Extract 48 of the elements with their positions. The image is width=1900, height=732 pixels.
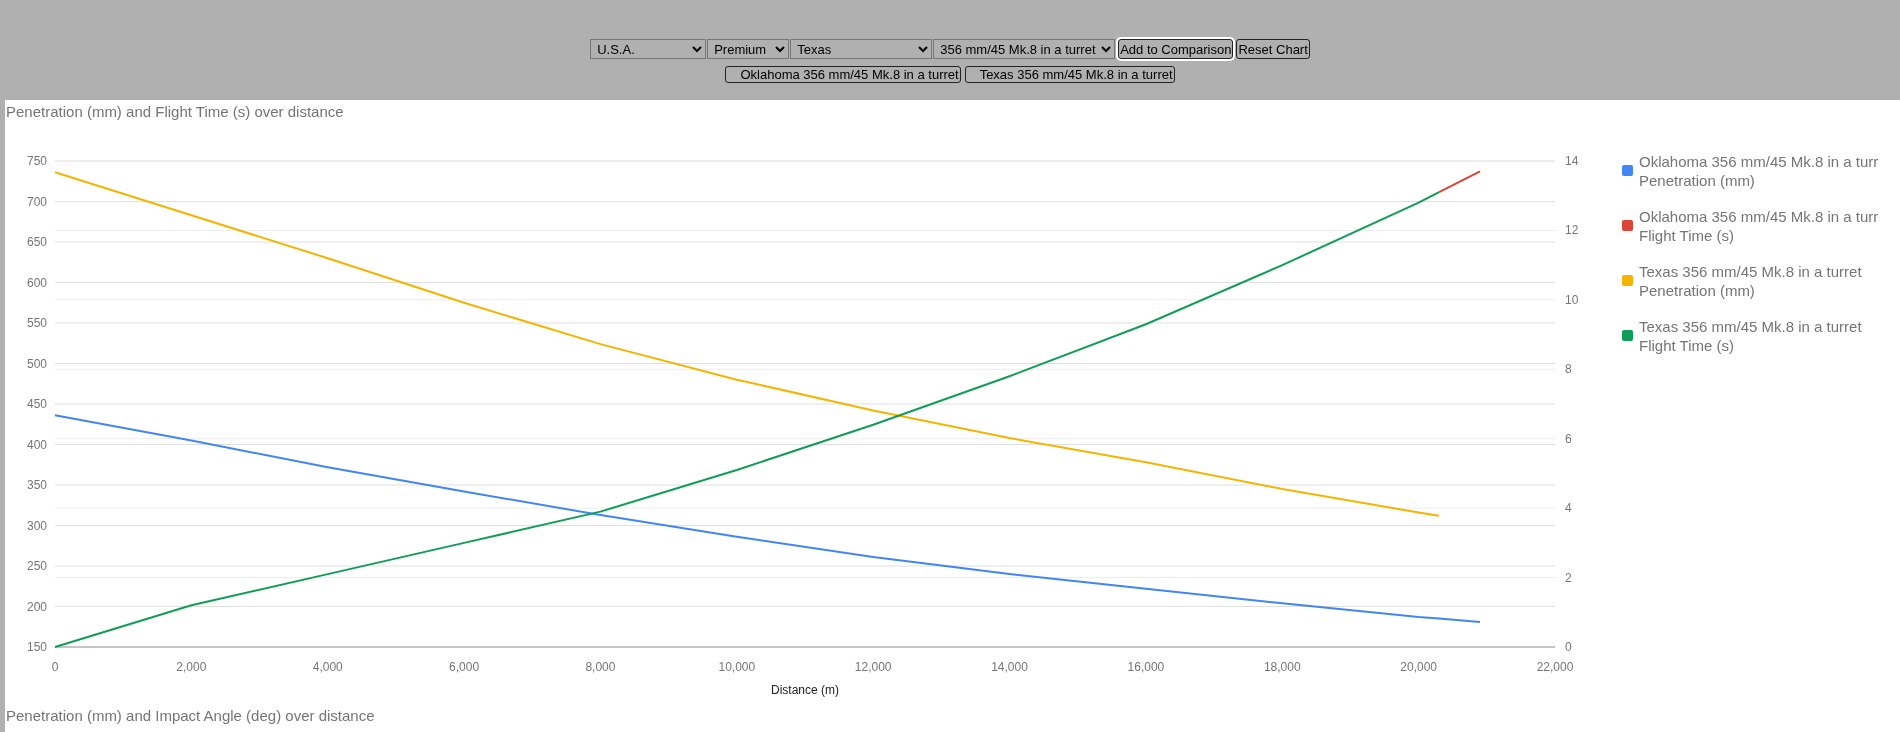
- axis-tick-label: 10,000: [718, 659, 756, 674]
- axis-tick-label: 2,000: [176, 659, 207, 674]
- comparison-entry-button[interactable]: Texas 356 mm/45 Mk.8 in a turret: [964, 66, 1175, 83]
- axis-tick-label: 4,000: [312, 659, 343, 674]
- axis-tick-label: 16,000: [1127, 659, 1165, 674]
- action-button[interactable]: Add to Comparison: [1118, 39, 1234, 59]
- axis-tick-label: 550: [26, 315, 47, 330]
- axis-tick-label: 14: [1565, 153, 1579, 168]
- dropdown[interactable]: U.S.A.: [590, 39, 707, 59]
- comparison-entry-button[interactable]: Oklahoma 356 mm/45 Mk.8 in a turret: [725, 66, 961, 83]
- axis-tick-label: 20,000: [1400, 659, 1437, 674]
- axis-tick-label: 750: [26, 153, 47, 168]
- chart-title: Penetration (mm) and Flight Time (s) over distance: [5, 102, 345, 122]
- axis-tick-label: 600: [26, 275, 47, 289]
- legend-label: Texas 356 mm/45 Mk.8 in a turret Flight Time (s): [1639, 316, 1863, 355]
- chart-title: Penetration (mm) and Impact Angle (deg) over distance: [5, 705, 376, 726]
- axis-tick-label: 4: [1565, 500, 1572, 515]
- legend-label: Oklahoma 356 mm/45 Mk.8 in a turr Flight Time (s): [1639, 206, 1880, 245]
- action-button[interactable]: Reset Chart: [1236, 39, 1310, 59]
- axis-tick-label: 250: [26, 558, 47, 573]
- axis-tick-label: 12: [1565, 222, 1579, 237]
- axis-tick-label: 200: [26, 599, 47, 613]
- axis-tick-label: 700: [26, 194, 47, 208]
- axis-tick-label: 10: [1565, 292, 1579, 307]
- axis-tick-label: 6: [1565, 431, 1572, 446]
- axis-tick-label: 12,000: [854, 659, 892, 674]
- axis-tick-label: 400: [26, 437, 47, 451]
- axis-tick-label: 18,000: [1263, 659, 1301, 674]
- axis-tick-label: 22,000: [1536, 659, 1574, 674]
- axis-tick-label: 300: [26, 518, 47, 532]
- axis-tick-label: 350: [26, 477, 47, 492]
- axis-tick-label: 6,000: [449, 659, 480, 674]
- axis-title: Distance (m): [771, 682, 839, 697]
- axis-tick-label: 0: [51, 659, 59, 674]
- legend-label: Oklahoma 356 mm/45 Mk.8 in a turr Penetration (mm): [1639, 151, 1880, 190]
- legend-label: Texas 356 mm/45 Mk.8 in a turret Penetration (mm): [1639, 261, 1863, 300]
- axis-tick-label: 150: [26, 639, 47, 654]
- axis-tick-label: 8: [1565, 361, 1572, 376]
- dropdown[interactable]: 356 mm/45 Mk.8 in a turret: [933, 39, 1116, 59]
- axis-tick-label: 14,000: [991, 659, 1028, 674]
- axis-tick-label: 650: [26, 234, 47, 249]
- axis-tick-label: 2: [1565, 570, 1572, 585]
- dropdown[interactable]: Premium: [707, 39, 790, 59]
- axis-tick-label: 500: [26, 356, 47, 370]
- axis-tick-label: 8,000: [585, 659, 616, 674]
- axis-tick-label: 450: [26, 396, 47, 411]
- dropdown[interactable]: Texas: [790, 39, 933, 59]
- axis-tick-label: 0: [1565, 639, 1572, 654]
